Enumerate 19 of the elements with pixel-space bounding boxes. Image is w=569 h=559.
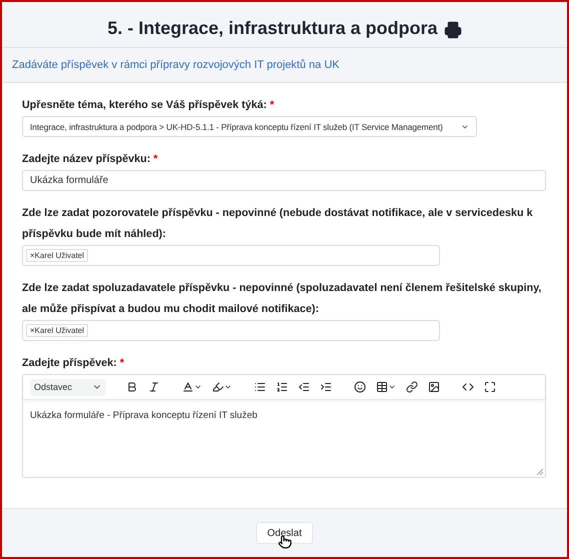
notice-text: Zadáváte příspěvek v rámci přípravy rozvojových IT projektů na UK [12, 59, 340, 71]
topic-select[interactable]: Integrace, infrastruktura a podpora > UK-HD-5.1.1 - Příprava konceptu řízení IT služeb (IT Service Management) [22, 116, 477, 137]
page-title: 5. - Integrace, infrastruktura a podpora [107, 18, 438, 39]
submit-button[interactable]: Odeslat [256, 522, 313, 544]
input-field[interactable]: Ukázka formuláře [22, 170, 546, 191]
tag-field[interactable]: ×Karel Uživatel [22, 245, 440, 266]
hand-cursor-icon [278, 535, 292, 549]
field-label: Upřesněte téma, kterého se Váš příspěvek týká: * [22, 98, 276, 113]
field-label: Zde lze zadat pozorovatele příspěvku - nepovinné (nebude dostávat notifikace, ale v servicedesku k příspěvku bude mít náhled): [22, 206, 534, 242]
rich-text-editor[interactable]: Odstavec Ukázka formuláře - Příprava konceptu řízení IT služeb [22, 374, 546, 478]
user-tag[interactable]: ×Karel Uživatel [26, 249, 88, 262]
tag-field[interactable]: ×Karel Uživatel [22, 320, 440, 341]
format-dropdown[interactable]: Odstavec [30, 378, 106, 396]
editor-text: Ukázka formuláře - Příprava konceptu řízení IT služeb [29, 409, 258, 423]
resize-handle-icon [537, 469, 543, 475]
field-label: Zde lze zadat spoluzadavatele příspěvku - nepovinné (spoluzadavatel není členem řešitelské skupiny, ale může přispívat a budou mu chodit mailové notifikace): [22, 281, 542, 317]
field-label: Zadejte příspěvek: * [22, 356, 126, 371]
field-label: Zadejte název příspěvku: * [22, 152, 159, 167]
user-tag[interactable]: ×Karel Uživatel [26, 324, 88, 337]
